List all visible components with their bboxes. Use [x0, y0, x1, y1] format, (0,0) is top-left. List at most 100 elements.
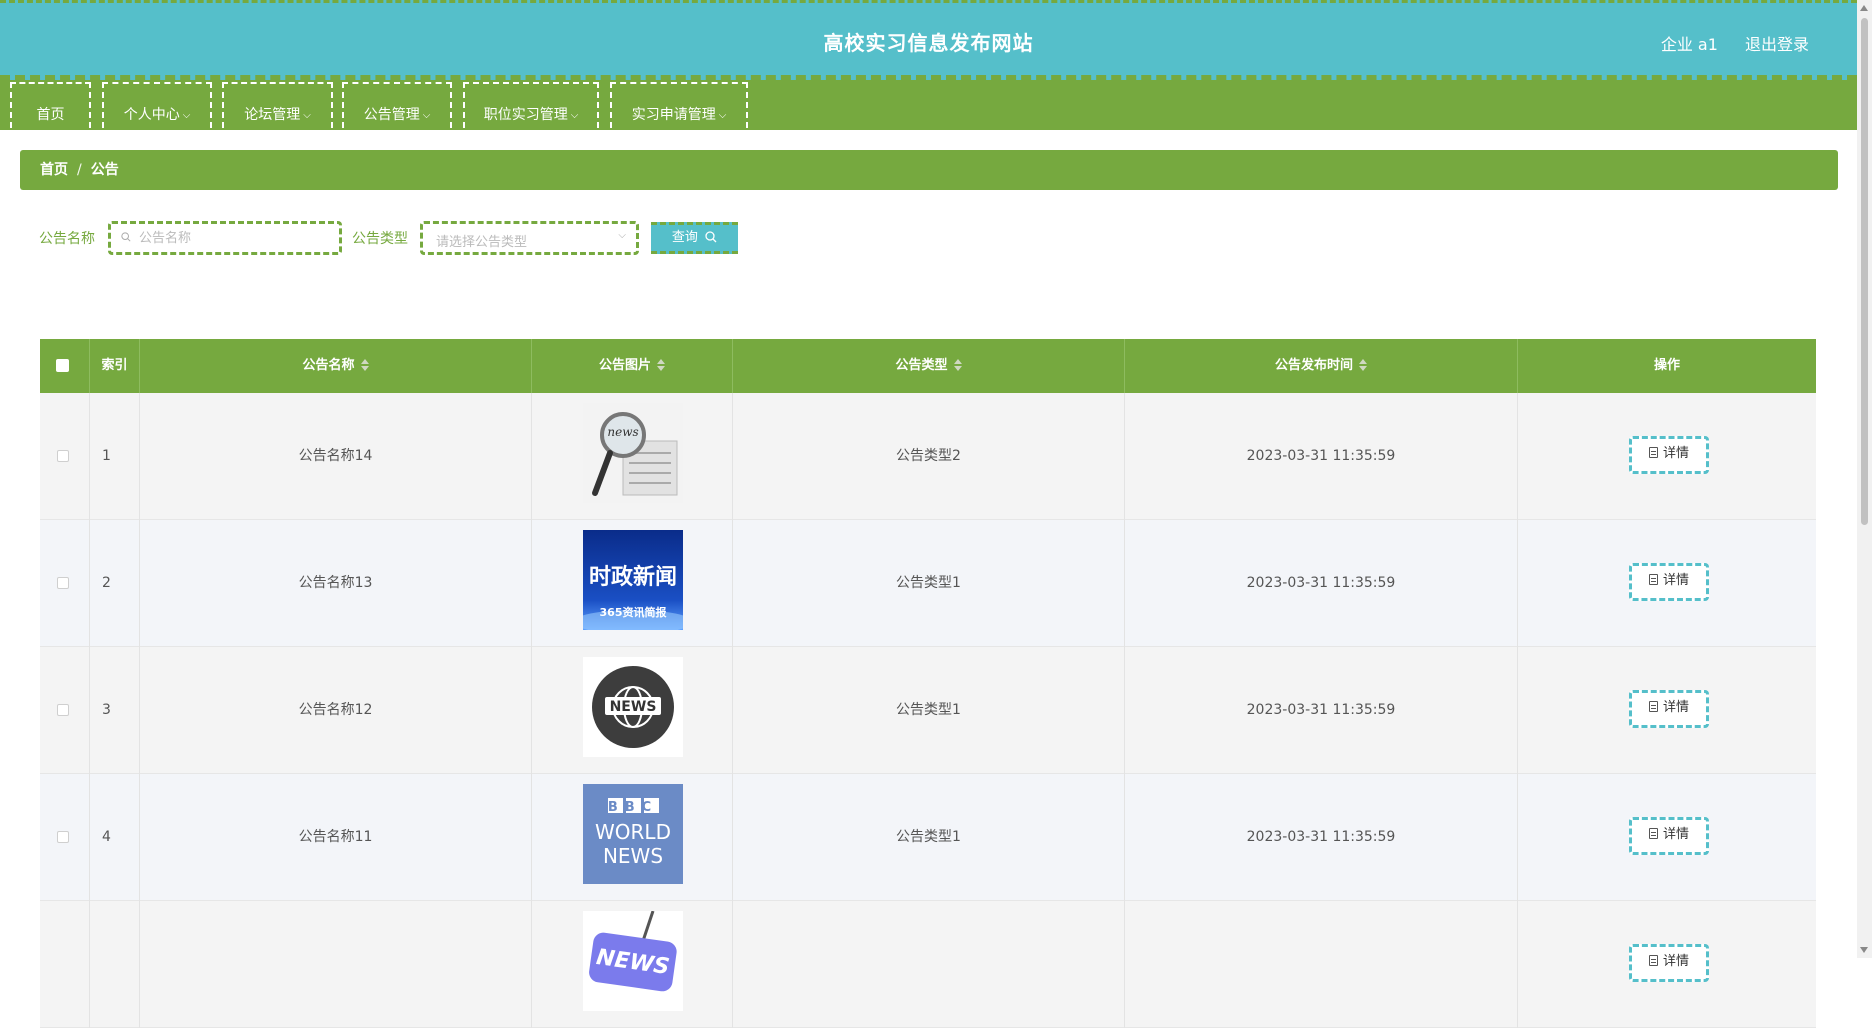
- row-select-cell: [40, 901, 90, 1028]
- page-scrollbar[interactable]: [1857, 0, 1872, 958]
- row-checkbox[interactable]: [57, 450, 69, 462]
- detail-button[interactable]: 详情: [1629, 563, 1709, 601]
- row-time: 2023-03-31 11:35:59: [1125, 520, 1518, 647]
- detail-button[interactable]: 详情: [1629, 817, 1709, 855]
- column-name-label: 公告名称: [302, 358, 355, 373]
- svg-text:时政新闻: 时政新闻: [589, 564, 677, 590]
- nav-item-home[interactable]: 首页: [10, 82, 91, 128]
- column-action: 操作: [1653, 358, 1680, 373]
- breadcrumb: 首页 / 公告: [20, 150, 1838, 190]
- nav-item-label: 首页: [36, 107, 65, 123]
- logout-link[interactable]: 退出登录: [1745, 35, 1809, 54]
- row-checkbox[interactable]: [57, 704, 69, 716]
- row-index: 1: [90, 393, 140, 520]
- sort-icon[interactable]: [657, 358, 665, 371]
- scroll-up-arrow-icon[interactable]: [1860, 5, 1868, 11]
- row-type: 公告类型1: [733, 647, 1125, 774]
- sort-icon[interactable]: [953, 358, 962, 371]
- row-time: 2023-03-31 11:35:59: [1125, 774, 1518, 901]
- row-checkbox[interactable]: [57, 831, 69, 843]
- row-type: 公告类型1: [733, 520, 1125, 647]
- row-name: 公告名称13: [140, 520, 532, 647]
- notice-name-label: 公告名称: [39, 231, 95, 247]
- column-type[interactable]: 公告类型: [733, 339, 1125, 393]
- row-type: [733, 901, 1125, 1028]
- query-button[interactable]: 查询: [651, 222, 738, 254]
- table-header: 索引 公告名称 公告图片 公告类型 公告发布时间 操作: [40, 339, 1816, 393]
- table-row: NEWS 详情: [40, 901, 1816, 1028]
- row-image-cell: 时政新闻 365资讯简报: [532, 520, 733, 647]
- notice-image: news: [583, 403, 683, 503]
- breadcrumb-separator: /: [77, 162, 82, 178]
- row-image-cell: NEWS: [532, 647, 733, 774]
- nav-item-internship-position-management[interactable]: 职位实习管理 ⌵: [463, 82, 599, 128]
- scroll-down-arrow-icon[interactable]: [1860, 947, 1868, 953]
- detail-button[interactable]: 详情: [1629, 944, 1709, 982]
- select-all-checkbox[interactable]: [56, 359, 69, 372]
- row-action-cell: 详情: [1518, 520, 1816, 647]
- svg-text:365资讯简报: 365资讯简报: [600, 605, 668, 619]
- row-index: 2: [90, 520, 140, 647]
- search-icon: [121, 232, 131, 242]
- notice-image: 时政新闻 365资讯简报: [583, 530, 683, 630]
- nav-item-personal-center[interactable]: 个人中心 ⌵: [102, 82, 212, 128]
- site-title: 高校实习信息发布网站: [823, 31, 1034, 55]
- nav-item-notice-management[interactable]: 公告管理 ⌵: [342, 82, 452, 128]
- current-user[interactable]: 企业 a1: [1661, 35, 1718, 54]
- table-row: 2 公告名称13 时政新闻 365资讯简报 公告类型1 2023-03-31 1…: [40, 520, 1816, 647]
- chevron-down-icon: ⌵: [422, 110, 431, 121]
- search-icon: [705, 230, 717, 242]
- nav-item-forum-management[interactable]: 论坛管理 ⌵: [222, 82, 333, 128]
- row-image-cell: BBC WORLD NEWS: [532, 774, 733, 901]
- nav-item-label: 公告管理: [363, 107, 420, 123]
- column-name[interactable]: 公告名称: [140, 339, 532, 393]
- column-image-label: 公告图片: [598, 358, 651, 373]
- column-image[interactable]: 公告图片: [532, 339, 733, 393]
- document-icon: [1648, 828, 1658, 839]
- detail-button[interactable]: 详情: [1629, 690, 1709, 728]
- detail-button-label: 详情: [1662, 573, 1689, 588]
- row-index: 3: [90, 647, 140, 774]
- row-type: 公告类型1: [733, 774, 1125, 901]
- row-action-cell: 详情: [1518, 647, 1816, 774]
- row-name: 公告名称11: [140, 774, 532, 901]
- row-select-cell: [40, 774, 90, 901]
- chevron-down-icon: ⌵: [570, 110, 579, 121]
- chevron-down-icon: ⌵: [718, 110, 727, 121]
- column-time[interactable]: 公告发布时间: [1125, 339, 1518, 393]
- row-name: [140, 901, 532, 1028]
- nav-item-internship-application-management[interactable]: 实习申请管理 ⌵: [610, 82, 748, 128]
- row-index: 4: [90, 774, 140, 901]
- row-name: 公告名称12: [140, 647, 532, 774]
- detail-button[interactable]: 详情: [1629, 436, 1709, 474]
- notice-image: NEWS: [583, 911, 683, 1011]
- notice-name-input[interactable]: [111, 224, 339, 252]
- row-select-cell: [40, 393, 90, 520]
- row-select-cell: [40, 520, 90, 647]
- svg-text:WORLD: WORLD: [595, 820, 671, 844]
- notice-name-field: [108, 221, 342, 255]
- sort-icon[interactable]: [360, 358, 369, 371]
- row-action-cell: 详情: [1518, 901, 1816, 1028]
- notice-image: BBC WORLD NEWS: [583, 784, 683, 884]
- top-header: 高校实习信息发布网站 企业 a1 退出登录: [0, 0, 1857, 80]
- detail-button-label: 详情: [1662, 954, 1689, 969]
- notice-type-select[interactable]: 请选择公告类型 ⌵: [420, 221, 639, 255]
- column-type-label: 公告类型: [895, 358, 948, 373]
- row-name: 公告名称14: [140, 393, 532, 520]
- svg-text:news: news: [607, 425, 638, 439]
- document-icon: [1648, 574, 1658, 585]
- notice-image: NEWS: [583, 657, 683, 757]
- column-index: 索引: [90, 339, 140, 393]
- query-button-label: 查询: [671, 230, 698, 245]
- sort-icon[interactable]: [1359, 358, 1367, 371]
- document-icon: [1648, 701, 1658, 712]
- breadcrumb-home[interactable]: 首页: [40, 162, 68, 178]
- document-icon: [1648, 447, 1658, 458]
- row-image-cell: news: [532, 393, 733, 520]
- row-checkbox[interactable]: [57, 577, 69, 589]
- nav-item-label: 实习申请管理: [631, 107, 716, 123]
- nav-item-label: 论坛管理: [244, 107, 301, 123]
- scrollbar-thumb[interactable]: [1861, 18, 1868, 525]
- chevron-down-icon: ⌵: [303, 110, 311, 121]
